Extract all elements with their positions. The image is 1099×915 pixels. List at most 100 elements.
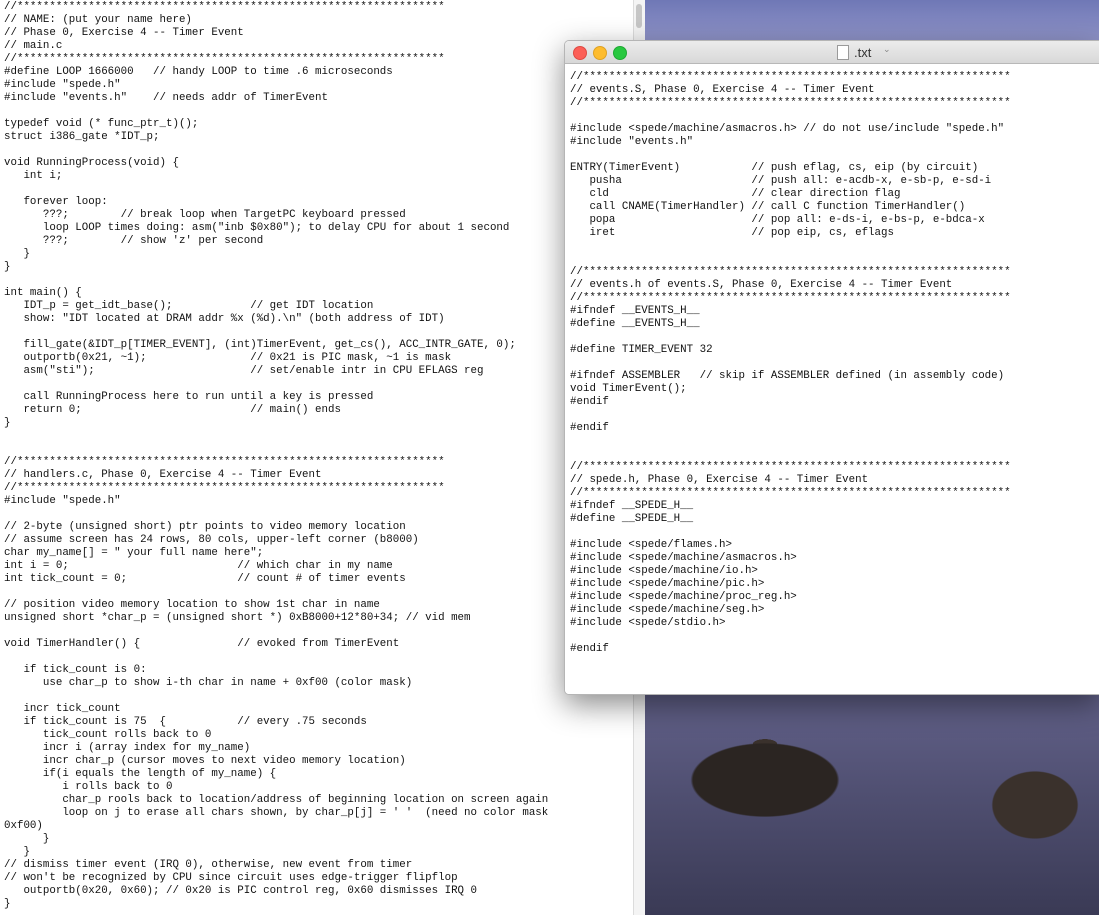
code-line[interactable]: #include "spede.h" (4, 79, 121, 91)
code-line[interactable]: //**************************************… (570, 461, 1011, 473)
code-line[interactable]: ???; // break loop when TargetPC keyboar… (4, 209, 406, 221)
code-line[interactable]: int tick_count = 0; // count # of timer … (4, 573, 406, 585)
code-line[interactable]: } (4, 846, 29, 858)
code-line[interactable]: #include <spede/stdio.h> (570, 617, 726, 629)
code-line[interactable]: } (4, 833, 49, 845)
right-code-text[interactable]: //**************************************… (570, 71, 1011, 656)
code-line[interactable]: tick_count rolls back to 0 (4, 729, 211, 741)
code-line[interactable]: //**************************************… (570, 266, 1011, 278)
code-line[interactable]: call CNAME(TimerHandler) // call C funct… (570, 201, 965, 213)
code-line[interactable]: } (4, 248, 29, 260)
code-line[interactable]: #endif (570, 396, 609, 408)
code-line[interactable]: // assume screen has 24 rows, 80 cols, u… (4, 534, 419, 546)
left-scrollbar-thumb[interactable] (636, 4, 642, 28)
code-line[interactable]: void RunningProcess(void) { (4, 157, 179, 169)
code-line[interactable]: show: "IDT located at DRAM addr %x (%d).… (4, 313, 444, 325)
code-line[interactable]: #define __SPEDE_H__ (570, 513, 693, 525)
window-title[interactable]: .txt (854, 45, 871, 60)
code-line[interactable]: i rolls back to 0 (4, 781, 172, 793)
code-line[interactable]: // NAME: (put your name here) (4, 14, 192, 26)
code-line[interactable]: #endif (570, 643, 609, 655)
code-line[interactable]: #include "events.h" // needs addr of Tim… (4, 92, 328, 104)
code-line[interactable]: //**************************************… (570, 71, 1011, 83)
code-line[interactable]: asm("sti"); // set/enable intr in CPU EF… (4, 365, 483, 377)
code-line[interactable]: #include <spede/machine/asmacros.h> // d… (570, 123, 1004, 135)
code-line[interactable]: call RunningProcess here to run until a … (4, 391, 373, 403)
code-line[interactable]: // main.c (4, 40, 62, 52)
code-line[interactable]: incr i (array index for my_name) (4, 742, 250, 754)
code-line[interactable]: if tick_count is 0: (4, 664, 146, 676)
code-line[interactable]: //**************************************… (4, 53, 445, 65)
code-line[interactable]: use char_p to show i-th char in name + 0… (4, 677, 412, 689)
code-line[interactable]: outportb(0x21, ~1); // 0x21 is PIC mask,… (4, 352, 451, 364)
code-line[interactable]: popa // pop all: e-ds-i, e-bs-p, e-bdca-… (570, 214, 984, 226)
code-line[interactable]: #ifndef __EVENTS_H__ (570, 305, 700, 317)
code-line[interactable]: #ifndef ASSEMBLER // skip if ASSEMBLER d… (570, 370, 1004, 382)
window-text-area[interactable]: //**************************************… (565, 64, 1099, 694)
code-line[interactable]: 0xf00) (4, 820, 43, 832)
code-line[interactable]: int i; (4, 170, 62, 182)
code-line[interactable]: int i = 0; // which char in my name (4, 560, 393, 572)
code-line[interactable]: cld // clear direction flag (570, 188, 900, 200)
zoom-button[interactable] (613, 46, 627, 60)
code-line[interactable]: //**************************************… (4, 1, 445, 13)
code-line[interactable]: //**************************************… (570, 487, 1011, 499)
chevron-down-icon[interactable]: ⌄ (883, 45, 891, 55)
code-line[interactable]: // position video memory location to sho… (4, 599, 380, 611)
code-line[interactable]: // events.h of events.S, Phase 0, Exerci… (570, 279, 952, 291)
code-line[interactable]: #define LOOP 1666000 // handy LOOP to ti… (4, 66, 393, 78)
code-line[interactable]: // 2-byte (unsigned short) ptr points to… (4, 521, 406, 533)
code-line[interactable]: #define TIMER_EVENT 32 (570, 344, 713, 356)
minimize-button[interactable] (593, 46, 607, 60)
code-line[interactable]: // events.S, Phase 0, Exercise 4 -- Time… (570, 84, 875, 96)
code-line[interactable]: struct i386_gate *IDT_p; (4, 131, 160, 143)
code-line[interactable]: pusha // push all: e-acdb-x, e-sb-p, e-s… (570, 175, 991, 187)
code-line[interactable]: ENTRY(TimerEvent) // push eflag, cs, eip… (570, 162, 978, 174)
code-line[interactable]: #include "events.h" (570, 136, 693, 148)
code-line[interactable]: incr char_p (cursor moves to next video … (4, 755, 406, 767)
code-line[interactable]: #include <spede/machine/io.h> (570, 565, 758, 577)
code-line[interactable]: #ifndef __SPEDE_H__ (570, 500, 693, 512)
code-line[interactable]: if(i equals the length of my_name) { (4, 768, 276, 780)
code-line[interactable]: char_p rools back to location/address of… (4, 794, 548, 806)
code-line[interactable]: int main() { (4, 287, 82, 299)
code-line[interactable]: if tick_count is 75 { // every .75 secon… (4, 716, 366, 728)
code-line[interactable]: incr tick_count (4, 703, 120, 715)
code-line[interactable]: #include <spede/machine/pic.h> (570, 578, 764, 590)
code-line[interactable]: #include <spede/machine/proc_reg.h> (570, 591, 797, 603)
code-line[interactable]: } (4, 417, 10, 429)
code-line[interactable]: #include <spede/machine/seg.h> (570, 604, 764, 616)
code-line[interactable]: char my_name[] = " your full name here"; (4, 547, 263, 559)
code-line[interactable]: // handlers.c, Phase 0, Exercise 4 -- Ti… (4, 469, 321, 481)
code-line[interactable]: loop LOOP times doing: asm("inb $0x80");… (4, 222, 510, 234)
code-line[interactable]: ???; // show 'z' per second (4, 235, 263, 247)
code-line[interactable]: #include <spede/machine/asmacros.h> (570, 552, 797, 564)
code-line[interactable]: #include "spede.h" (4, 495, 121, 507)
code-line[interactable]: fill_gate(&IDT_p[TIMER_EVENT], (int)Time… (4, 339, 515, 351)
code-line[interactable]: // won't be recognized by CPU since circ… (4, 872, 458, 884)
code-line[interactable]: } (4, 261, 10, 273)
code-line[interactable]: forever loop: (4, 196, 107, 208)
code-line[interactable]: // Phase 0, Exercise 4 -- Timer Event (4, 27, 244, 39)
code-line[interactable]: void TimerEvent(); (570, 383, 687, 395)
left-code-text[interactable]: //**************************************… (4, 1, 548, 911)
code-line[interactable]: typedef void (* func_ptr_t)(); (4, 118, 198, 130)
code-line[interactable]: #endif (570, 422, 609, 434)
window-titlebar[interactable]: .txt ⌄ (565, 41, 1099, 64)
code-line[interactable]: //**************************************… (570, 292, 1011, 304)
code-line[interactable]: void TimerHandler() { // evoked from Tim… (4, 638, 399, 650)
code-line[interactable]: // dismiss timer event (IRQ 0), otherwis… (4, 859, 412, 871)
code-line[interactable]: #define __EVENTS_H__ (570, 318, 700, 330)
code-line[interactable]: #include <spede/flames.h> (570, 539, 732, 551)
code-line[interactable]: //**************************************… (4, 456, 445, 468)
code-line[interactable]: } (4, 898, 10, 910)
left-editor[interactable]: //**************************************… (0, 0, 633, 915)
code-line[interactable]: loop on j to erase all chars shown, by c… (4, 807, 548, 819)
code-line[interactable]: outportb(0x20, 0x60); // 0x20 is PIC con… (4, 885, 477, 897)
code-line[interactable]: IDT_p = get_idt_base(); // get IDT locat… (4, 300, 373, 312)
code-line[interactable]: //**************************************… (570, 97, 1011, 109)
code-line[interactable]: iret // pop eip, cs, eflags (570, 227, 894, 239)
code-line[interactable]: //**************************************… (4, 482, 445, 494)
close-button[interactable] (573, 46, 587, 60)
code-line[interactable]: unsigned short *char_p = (unsigned short… (4, 612, 471, 624)
